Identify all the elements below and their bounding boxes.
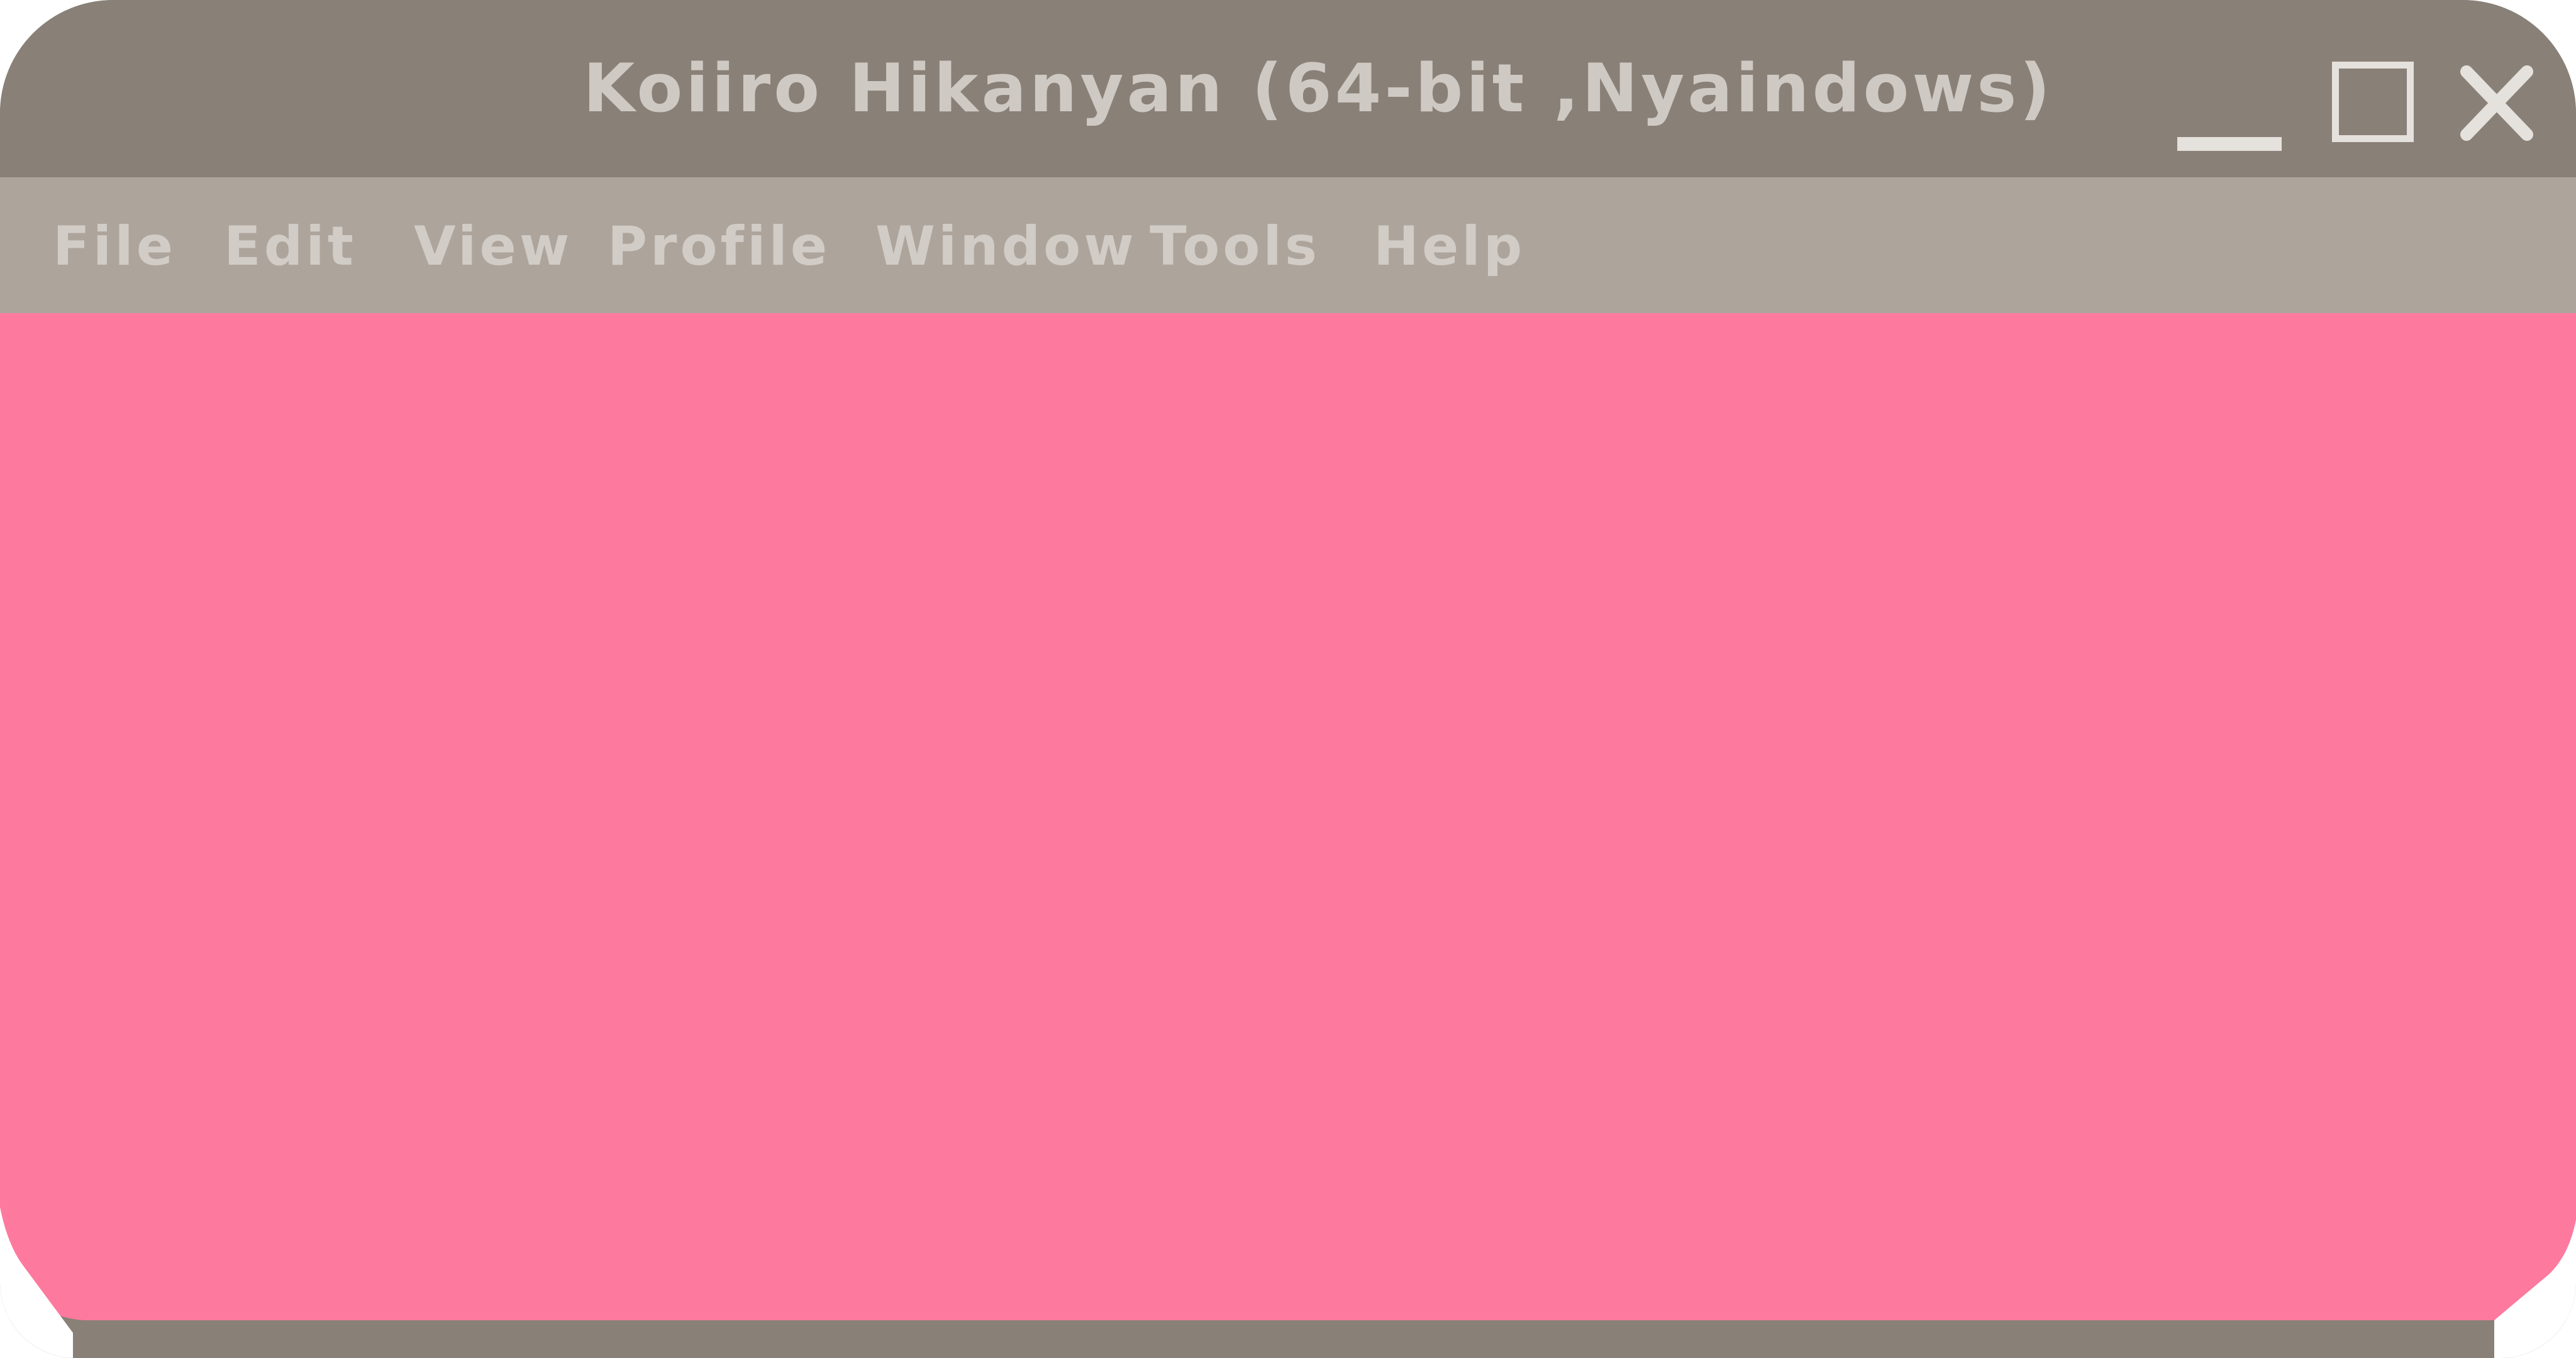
maximize-button[interactable]	[2327, 54, 2415, 142]
menu-item-profile[interactable]: Profile	[608, 215, 830, 278]
bottom-frame	[0, 1320, 2576, 1358]
menu-item-view[interactable]: View	[414, 215, 572, 278]
close-button[interactable]	[2453, 60, 2541, 148]
minimize-icon	[2177, 137, 2282, 151]
menu-item-file[interactable]: File	[53, 215, 176, 278]
content-area[interactable]	[0, 313, 2576, 1320]
bottom-left-corner	[0, 1182, 73, 1358]
app-window: Koiiro Hikanyan (64-bit ,Nyaindows) File…	[0, 0, 2576, 1358]
bottom-right-corner	[2494, 1182, 2576, 1358]
menu-item-window[interactable]: Window	[875, 215, 1137, 278]
minimize-button[interactable]	[2171, 101, 2284, 151]
close-icon	[2460, 65, 2533, 141]
menu-item-help[interactable]: Help	[1374, 215, 1525, 278]
menu-item-tools[interactable]: Tools	[1150, 215, 1320, 278]
menu-bar: File Edit View Profile Window Tools Help	[0, 177, 2576, 313]
title-bar[interactable]: Koiiro Hikanyan (64-bit ,Nyaindows)	[0, 0, 2576, 177]
maximize-icon	[2332, 62, 2414, 142]
menu-item-edit[interactable]: Edit	[224, 215, 357, 278]
